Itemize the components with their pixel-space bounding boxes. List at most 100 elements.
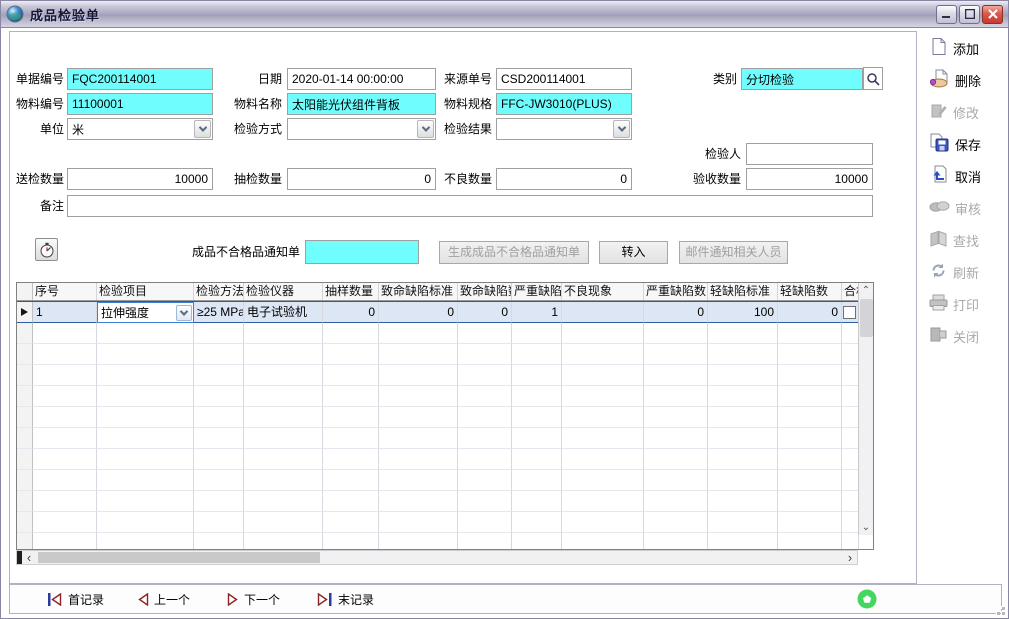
vertical-scrollbar[interactable]: ⌃ ⌄ [858,283,873,535]
remark-field[interactable] [67,195,873,217]
cell-critical-std[interactable]: 0 [379,302,458,323]
scroll-up-icon[interactable]: ⌃ [859,283,873,298]
horizontal-scrollbar[interactable]: ‹ › [16,550,858,565]
stopwatch-icon [39,242,55,258]
email-notify-button[interactable]: 邮件通知相关人员 [679,241,788,264]
material-no-label: 物料编号 [10,93,64,115]
col-header-item[interactable]: 检验项目 [97,283,194,300]
horizontal-scroll-thumb[interactable] [38,552,320,563]
category-field[interactable] [741,68,863,90]
doc-no-field[interactable] [67,68,213,90]
first-record-button[interactable]: 首记录 [47,590,104,608]
first-record-label: 首记录 [68,591,104,608]
combobox-value: 拉伸强度 [98,303,176,323]
minimize-button[interactable] [936,5,957,24]
table-empty-row [17,470,873,491]
inspect-result-dropdown[interactable] [496,118,632,140]
accept-qty-field[interactable] [746,168,873,190]
audit-button[interactable]: 审核 [921,197,1005,219]
table-empty-row [17,428,873,449]
col-header-minor-count[interactable]: 轻缺陷数 [778,283,842,300]
table-row[interactable]: 1 拉伸强度 ≥25 MPa 电子试验机 0 0 0 1 0 100 0 [17,301,873,323]
scroll-right-icon[interactable]: › [843,551,857,564]
last-record-button[interactable]: 末记录 [317,590,374,608]
unit-dropdown[interactable]: 米 [67,118,213,140]
cell-defect-phenomenon[interactable] [562,302,644,323]
sample-qty-field[interactable] [287,168,436,190]
col-header-instrument[interactable]: 检验仪器 [244,283,323,300]
cell-major-count[interactable]: 0 [644,302,708,323]
send-qty-field[interactable] [67,168,213,190]
chevron-down-icon[interactable] [613,120,630,138]
source-no-field[interactable] [496,68,632,90]
col-header-major-std[interactable]: 严重缺陷标准 [512,283,562,300]
action-toolbar: 添加 删除 修改 保存 取消 审核 查找 刷新 [921,33,1005,383]
col-header-sample-qty[interactable]: 抽样数量 [323,283,379,300]
category-search-button[interactable] [863,67,883,90]
accept-qty-label: 验收数量 [640,168,741,190]
combobox-chevron-down-icon[interactable] [176,305,192,321]
cancel-button[interactable]: 取消 [921,165,1005,187]
material-spec-field[interactable] [496,93,632,115]
audit-icon [929,198,950,218]
cell-method[interactable]: ≥25 MPa [194,302,244,323]
refresh-button[interactable]: 刷新 [921,261,1005,283]
col-header-critical-std[interactable]: 致命缺陷标准 [379,283,458,300]
generate-notice-button[interactable]: 生成成品不合格品通知单 [439,241,589,264]
modify-button[interactable]: 修改 [921,101,1005,123]
date-field[interactable] [287,68,436,90]
status-green-icon[interactable] [857,589,877,609]
transfer-in-button[interactable]: 转入 [599,241,668,264]
cell-minor-count[interactable]: 0 [778,302,842,323]
notice-field[interactable] [305,240,419,264]
cell-sample-qty[interactable]: 0 [323,302,379,323]
close-button[interactable] [982,5,1003,24]
inspect-method-dropdown[interactable] [287,118,436,140]
unit-label: 单位 [10,118,64,140]
material-name-label: 物料名称 [225,93,282,115]
next-record-button[interactable]: 下一个 [227,590,280,608]
timer-button[interactable] [35,238,58,261]
resize-grip[interactable] [993,603,1005,615]
material-no-field[interactable] [67,93,213,115]
col-header-minor-std[interactable]: 轻缺陷标准 [708,283,778,300]
maximize-button[interactable] [959,5,980,24]
prev-record-button[interactable]: 上一个 [137,590,190,608]
close-form-button[interactable]: 关闭 [921,325,1005,347]
col-header-defect-phenomenon[interactable]: 不良现象 [562,283,644,300]
remark-label: 备注 [10,195,64,217]
qualified-checkbox[interactable] [843,306,856,319]
cell-instrument[interactable]: 电子试验机 [244,302,323,323]
chevron-down-icon[interactable] [417,120,434,138]
cell-major-std[interactable]: 1 [512,302,562,323]
col-header-critical-count[interactable]: 致命缺陷数 [458,283,512,300]
chevron-down-icon[interactable] [194,120,211,138]
delete-button[interactable]: 删除 [921,69,1005,91]
scroll-left-icon[interactable]: ‹ [22,551,36,564]
cell-seq[interactable]: 1 [33,302,97,323]
vertical-scroll-thumb[interactable] [860,299,873,337]
col-header-seq[interactable]: 序号 [33,283,97,300]
col-header-major-count[interactable]: 严重缺陷数 [644,283,708,300]
main-panel: 单据编号 日期 来源单号 类别 物料编号 物料名称 物料规格 单位 米 检验方式… [9,31,917,584]
cell-minor-std[interactable]: 100 [708,302,778,323]
add-button[interactable]: 添加 [921,37,1005,59]
material-name-field[interactable] [287,93,436,115]
col-header-method[interactable]: 检验方法 [194,283,244,300]
title-bar: 成品检验单 [1,1,1008,28]
inspector-field[interactable] [746,143,873,165]
print-button[interactable]: 打印 [921,293,1005,315]
save-icon [929,133,950,155]
cell-item-combobox[interactable]: 拉伸强度 [97,302,194,323]
cell-critical-count[interactable]: 0 [458,302,512,323]
save-button[interactable]: 保存 [921,133,1005,155]
notice-label: 成品不合格品通知单 [150,241,300,263]
find-icon [929,230,948,250]
find-button[interactable]: 查找 [921,229,1005,251]
cell-qualified [842,302,859,323]
app-window: 成品检验单 单据编号 日期 来源单号 类别 物料编号 物料名称 [0,0,1009,619]
bad-qty-field[interactable] [496,168,632,190]
add-icon [929,37,948,59]
scroll-down-icon[interactable]: ⌄ [859,520,873,535]
col-header-qualified[interactable]: 合格 [842,283,859,300]
